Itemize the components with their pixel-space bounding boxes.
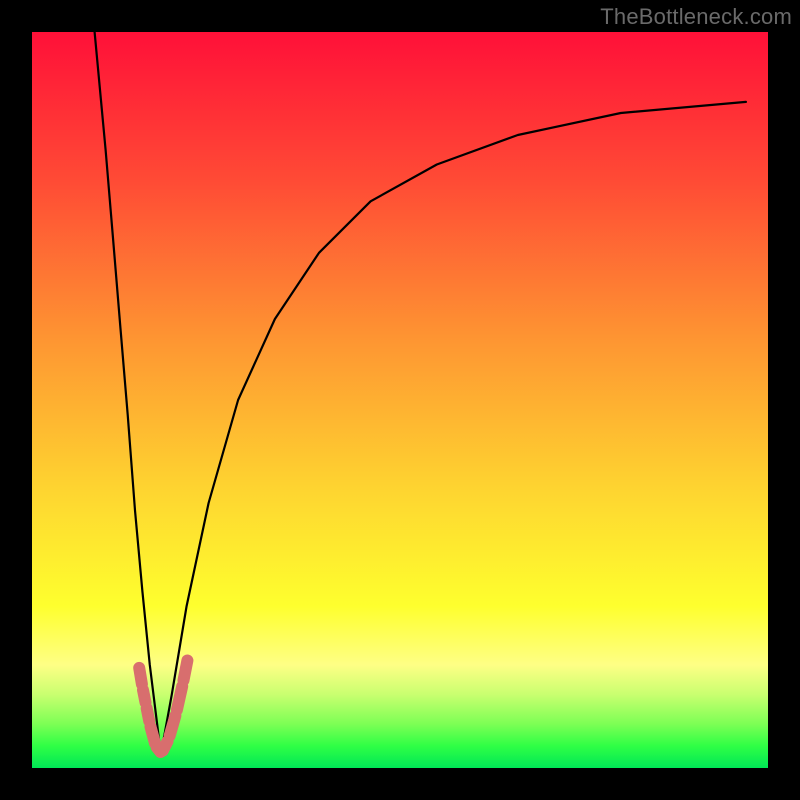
- plot-area: [32, 32, 768, 768]
- watermark-label: TheBottleneck.com: [600, 4, 792, 30]
- overlay-segment: [177, 686, 182, 710]
- curve-layer: [32, 32, 768, 768]
- outer-frame: TheBottleneck.com: [0, 0, 800, 800]
- overlay-segment: [139, 668, 142, 684]
- bottleneck-curve: [95, 32, 746, 755]
- overlay-segment: [147, 708, 150, 721]
- overlay-segment: [170, 716, 176, 736]
- overlay-segment: [163, 741, 168, 750]
- red-overlay-segments: [139, 661, 187, 753]
- overlay-segment: [184, 661, 188, 681]
- overlay-segment: [151, 727, 155, 743]
- overlay-segment: [143, 690, 146, 703]
